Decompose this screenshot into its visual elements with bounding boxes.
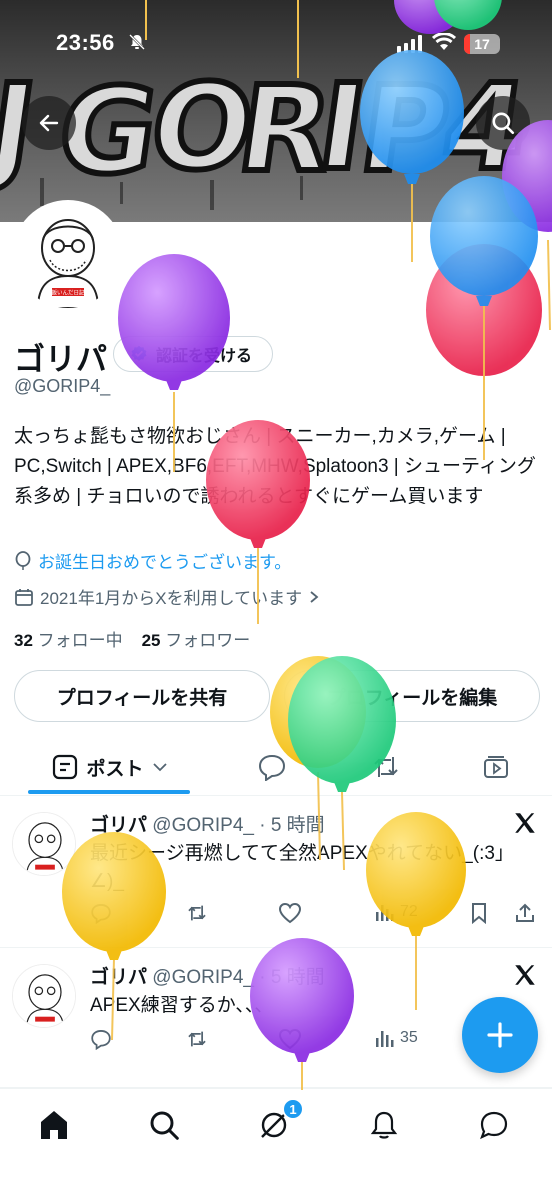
reply-icon [91, 904, 111, 924]
post-text: 最近シージ再燃してて全然APEXやれてない_(:3」∠)_ [90, 843, 505, 892]
profile-name: ゴリパ [14, 342, 107, 377]
post-item[interactable]: ゴリパ @GORIP4_ · 5 時間 最近シージ再燃してて全然APEXやれてな… [0, 796, 552, 948]
post-meta: @GORIP4_ · 5 時間 [152, 967, 325, 988]
share-icon [516, 903, 534, 922]
bell-slash-icon [129, 34, 145, 50]
profile-bio: 太っちょ髭もさ物欲おじさん | スニーカー,カメラ,ゲーム | PC,Switc… [14, 426, 536, 507]
bookmark-button[interactable] [470, 902, 488, 924]
search-icon [492, 112, 515, 135]
views-icon [376, 1031, 394, 1047]
repost-icon [188, 905, 206, 921]
reply-icon [258, 754, 286, 781]
post-actions: 72 [90, 902, 542, 932]
following-link[interactable]: 32 フォロー中 [14, 631, 123, 650]
post-header: ゴリパ @GORIP4_ · 5 時間 [90, 962, 325, 989]
views-button[interactable]: 72 [374, 902, 418, 922]
like-icon [278, 1028, 302, 1050]
battery-level: 17 [474, 36, 490, 52]
joined-text: 2021年1月からXを利用しています [40, 589, 303, 608]
post-meta: @GORIP4_ · 5 時間 [152, 815, 325, 836]
post-text: APEX練習するか、、、 [90, 995, 274, 1016]
chevron-right-icon [310, 590, 319, 603]
chat-icon [480, 1111, 508, 1140]
repost-icon [188, 1031, 206, 1047]
avatar-illustration [13, 965, 75, 1027]
reply-button[interactable] [90, 1028, 112, 1050]
nav-search[interactable] [144, 1105, 184, 1145]
following-count: 32 [14, 631, 33, 650]
reply-button[interactable] [90, 902, 112, 924]
search-icon [150, 1111, 179, 1140]
followers-label: フォロワー [165, 631, 251, 650]
edit-profile-button[interactable]: プロフィールを編集 [284, 670, 540, 722]
followers-count: 25 [141, 631, 161, 650]
share-button[interactable] [514, 902, 536, 924]
battery-indicator: 17 [464, 34, 500, 54]
joined-row[interactable]: 2021年1月からXを利用しています [14, 584, 320, 609]
verified-badge-icon [131, 345, 147, 362]
views-button[interactable]: 35 [374, 1028, 418, 1048]
repost-button[interactable] [186, 1028, 208, 1050]
back-button[interactable] [22, 96, 76, 150]
views-count: 72 [400, 903, 418, 920]
media-icon [484, 756, 508, 778]
followers-link[interactable]: 25 フォロワー [142, 631, 251, 650]
nav-messages[interactable] [474, 1105, 514, 1145]
bookmark-icon [472, 903, 486, 924]
like-icon [278, 902, 302, 924]
like-button[interactable] [278, 1028, 302, 1050]
avatar-illustration [13, 813, 75, 875]
profile-avatar[interactable]: 飯いんだ日記 [12, 200, 124, 312]
tab-replies[interactable] [250, 738, 294, 796]
chevron-down-icon [152, 763, 167, 772]
follow-stats: 32 フォロー中 25 フォロワー [14, 626, 250, 651]
nav-notifications[interactable] [364, 1105, 404, 1145]
tab-posts[interactable]: ポスト [30, 738, 190, 796]
profile-tabs: ポスト [0, 738, 552, 796]
tab-media[interactable] [474, 738, 518, 796]
views-count: 35 [400, 1029, 418, 1046]
birthday-text: お誕生日おめでとうございます。 [38, 553, 292, 572]
views-icon [376, 905, 394, 921]
post-avatar[interactable] [12, 964, 76, 1028]
active-tab-indicator [28, 790, 190, 794]
nav-home[interactable] [34, 1105, 74, 1145]
x-logo-icon[interactable] [512, 962, 538, 988]
post-author-name[interactable]: ゴリパ [90, 967, 147, 988]
x-logo-icon[interactable] [512, 810, 538, 836]
bottom-navigation [0, 1088, 552, 1200]
wifi-icon [432, 33, 456, 50]
grok-notification-badge: 1 [282, 1098, 304, 1120]
search-button[interactable] [476, 96, 530, 150]
balloon-icon [15, 550, 31, 570]
calendar-icon [15, 588, 33, 606]
post-author-name[interactable]: ゴリパ [90, 815, 147, 836]
birthday-row[interactable]: お誕生日おめでとうございます。 [14, 548, 291, 573]
status-time: 23:56 [56, 30, 115, 55]
get-verified-button[interactable]: 認証を受ける [113, 336, 273, 372]
post-avatar[interactable] [12, 812, 76, 876]
cellular-signal-icon [397, 35, 422, 53]
tab-posts-label: ポスト [86, 758, 144, 780]
reply-icon [91, 1030, 111, 1050]
post-tab-icon [53, 754, 78, 780]
following-label: フォロー中 [37, 631, 123, 650]
post-header: ゴリパ @GORIP4_ · 5 時間 [90, 810, 325, 837]
back-arrow-icon [39, 114, 59, 132]
profile-handle: @GORIP4_ [14, 376, 111, 396]
like-button[interactable] [278, 902, 302, 924]
home-icon [41, 1111, 67, 1139]
repost-button[interactable] [186, 902, 208, 924]
compose-post-button[interactable] [462, 997, 538, 1073]
plus-icon [487, 1022, 513, 1048]
avatar-illustration: 飯いんだ日記 [16, 204, 120, 308]
bell-icon [370, 1111, 398, 1139]
share-profile-button[interactable]: プロフィールを共有 [14, 670, 270, 722]
repost-icon [374, 757, 398, 777]
tab-reposts[interactable] [364, 738, 408, 796]
get-verified-label: 認証を受ける [156, 348, 253, 365]
avatar-shirt-text: 飯いんだ日記 [51, 289, 85, 297]
